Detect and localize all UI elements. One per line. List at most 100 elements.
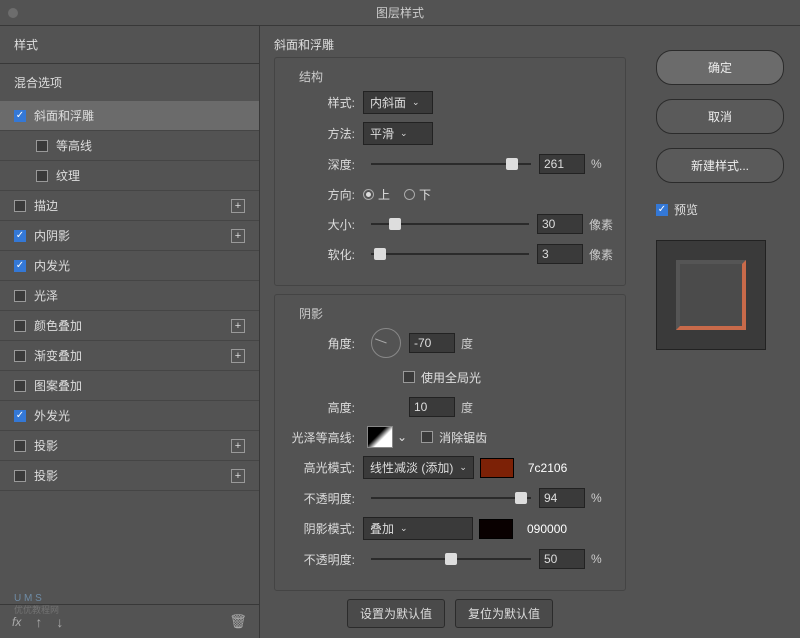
right-panel: 确定 取消 新建样式... 预览 xyxy=(640,26,800,638)
style-checkbox[interactable] xyxy=(14,110,26,122)
preview-thumbnail xyxy=(676,260,746,330)
global-light-checkbox[interactable] xyxy=(403,371,415,383)
shadow-color-swatch[interactable] xyxy=(479,519,513,539)
style-row-2[interactable]: 纹理 xyxy=(0,161,259,191)
style-label: 外发光 xyxy=(34,407,245,424)
style-row-7[interactable]: 颜色叠加+ xyxy=(0,311,259,341)
style-label: 纹理 xyxy=(56,167,245,184)
style-checkbox[interactable] xyxy=(14,260,26,272)
chevron-down-icon[interactable]: ⌄ xyxy=(397,430,407,444)
highlight-color-swatch[interactable] xyxy=(480,458,514,478)
style-label: 等高线 xyxy=(56,137,245,154)
fx-icon[interactable]: fx xyxy=(12,615,21,629)
style-row-9[interactable]: 图案叠加 xyxy=(0,371,259,401)
style-row-3[interactable]: 描边+ xyxy=(0,191,259,221)
preview-checkbox[interactable] xyxy=(656,204,668,216)
depth-label: 深度: xyxy=(287,156,363,173)
soften-input[interactable]: 3 xyxy=(537,244,583,264)
style-checkbox[interactable] xyxy=(14,290,26,302)
settings-panel: 斜面和浮雕 结构 样式: 内斜面⌄ 方法: 平滑⌄ 深度: 261 xyxy=(260,26,640,638)
trash-icon[interactable]: 🗑 xyxy=(229,613,247,630)
highlight-mode-select[interactable]: 线性减淡 (添加)⌄ xyxy=(363,456,474,479)
set-default-button[interactable]: 设置为默认值 xyxy=(347,599,445,628)
height-unit: 度 xyxy=(461,399,473,416)
style-row-10[interactable]: 外发光 xyxy=(0,401,259,431)
style-select[interactable]: 内斜面⌄ xyxy=(363,91,433,114)
structure-group: 结构 样式: 内斜面⌄ 方法: 平滑⌄ 深度: 261 % xyxy=(274,57,626,286)
style-row-12[interactable]: 投影+ xyxy=(0,461,259,491)
style-row-5[interactable]: 内发光 xyxy=(0,251,259,281)
style-row-4[interactable]: 内阴影+ xyxy=(0,221,259,251)
size-slider[interactable] xyxy=(371,216,529,232)
chevron-down-icon: ⌄ xyxy=(400,128,408,139)
shadow-hex: 090000 xyxy=(527,522,567,536)
dialog-title: 图层样式 xyxy=(376,6,424,20)
style-row-1[interactable]: 等高线 xyxy=(0,131,259,161)
add-effect-icon[interactable]: + xyxy=(231,319,245,333)
style-checkbox[interactable] xyxy=(14,320,26,332)
antialias-checkbox[interactable] xyxy=(421,431,433,443)
style-checkbox[interactable] xyxy=(14,230,26,242)
style-row-0[interactable]: 斜面和浮雕 xyxy=(0,101,259,131)
height-input[interactable]: 10 xyxy=(409,397,455,417)
style-label: 内发光 xyxy=(34,257,245,274)
soften-unit: 像素 xyxy=(589,246,613,263)
style-label: 光泽 xyxy=(34,287,245,304)
style-checkbox[interactable] xyxy=(14,350,26,362)
add-effect-icon[interactable]: + xyxy=(231,439,245,453)
style-checkbox[interactable] xyxy=(36,140,48,152)
direction-up-radio[interactable] xyxy=(363,189,374,200)
preview-label: 预览 xyxy=(674,201,698,218)
shadow-mode-select[interactable]: 叠加⌄ xyxy=(363,517,473,540)
titlebar: 图层样式 xyxy=(0,0,800,26)
style-row-11[interactable]: 投影+ xyxy=(0,431,259,461)
reset-default-button[interactable]: 复位为默认值 xyxy=(455,599,553,628)
preview-toggle[interactable]: 预览 xyxy=(656,201,784,218)
height-label: 高度: xyxy=(287,399,363,416)
depth-unit: % xyxy=(591,157,602,171)
ok-button[interactable]: 确定 xyxy=(656,50,784,85)
sidebar-blend-options[interactable]: 混合选项 xyxy=(0,64,259,101)
angle-dial[interactable] xyxy=(371,328,401,358)
close-icon[interactable] xyxy=(8,8,18,18)
add-effect-icon[interactable]: + xyxy=(231,199,245,213)
new-style-button[interactable]: 新建样式... xyxy=(656,148,784,183)
style-row-6[interactable]: 光泽 xyxy=(0,281,259,311)
soften-slider[interactable] xyxy=(371,246,529,262)
style-checkbox[interactable] xyxy=(14,380,26,392)
add-effect-icon[interactable]: + xyxy=(231,229,245,243)
contour-preview[interactable] xyxy=(367,426,393,448)
main: 斜面和浮雕 结构 样式: 内斜面⌄ 方法: 平滑⌄ 深度: 261 xyxy=(260,26,800,638)
style-checkbox[interactable] xyxy=(36,170,48,182)
cancel-button[interactable]: 取消 xyxy=(656,99,784,134)
add-effect-icon[interactable]: + xyxy=(231,349,245,363)
angle-input[interactable]: -70 xyxy=(409,333,455,353)
contour-label: 光泽等高线: xyxy=(287,429,363,446)
style-checkbox[interactable] xyxy=(14,410,26,422)
style-list: 斜面和浮雕等高线纹理描边+内阴影+内发光光泽颜色叠加+渐变叠加+图案叠加外发光投… xyxy=(0,101,259,604)
style-checkbox[interactable] xyxy=(14,440,26,452)
highlight-opacity-input[interactable]: 94 xyxy=(539,488,585,508)
panel-title: 斜面和浮雕 xyxy=(274,36,626,53)
style-label: 图案叠加 xyxy=(34,377,245,394)
chevron-down-icon: ⌄ xyxy=(400,523,408,534)
layer-style-dialog: 图层样式 样式 混合选项 斜面和浮雕等高线纹理描边+内阴影+内发光光泽颜色叠加+… xyxy=(0,0,800,530)
size-input[interactable]: 30 xyxy=(537,214,583,234)
add-effect-icon[interactable]: + xyxy=(231,469,245,483)
style-label: 颜色叠加 xyxy=(34,317,231,334)
chevron-down-icon: ⌄ xyxy=(459,462,467,473)
method-select[interactable]: 平滑⌄ xyxy=(363,122,433,145)
dialog-body: 样式 混合选项 斜面和浮雕等高线纹理描边+内阴影+内发光光泽颜色叠加+渐变叠加+… xyxy=(0,26,800,638)
style-label: 样式: xyxy=(287,94,363,111)
style-row-8[interactable]: 渐变叠加+ xyxy=(0,341,259,371)
depth-slider[interactable] xyxy=(371,156,531,172)
style-checkbox[interactable] xyxy=(14,470,26,482)
shadow-mode-label: 阴影模式: xyxy=(287,520,363,537)
style-checkbox[interactable] xyxy=(14,200,26,212)
depth-input[interactable]: 261 xyxy=(539,154,585,174)
shadow-opacity-slider[interactable] xyxy=(371,551,531,567)
shadow-opacity-label: 不透明度: xyxy=(287,551,363,568)
highlight-opacity-slider[interactable] xyxy=(371,490,531,506)
direction-down-radio[interactable] xyxy=(404,189,415,200)
shadow-opacity-input[interactable]: 50 xyxy=(539,549,585,569)
